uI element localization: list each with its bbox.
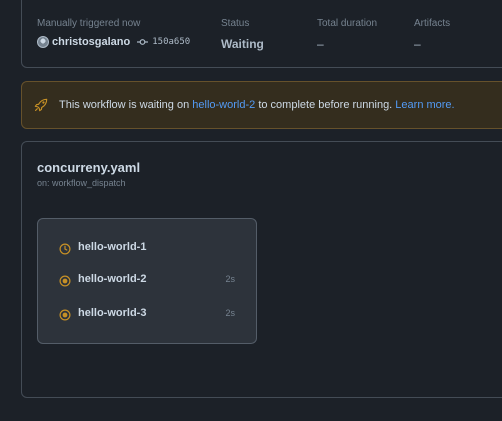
job-row[interactable]: hello-world-3 2s bbox=[38, 303, 256, 325]
in-progress-icon bbox=[59, 308, 71, 321]
job-duration: 2s bbox=[225, 274, 235, 284]
job-name: hello-world-1 bbox=[78, 241, 147, 253]
status-info: Status Waiting bbox=[221, 18, 264, 52]
job-duration: 2s bbox=[225, 308, 235, 318]
job-row[interactable]: hello-world-1 bbox=[38, 237, 256, 259]
workflow-graph: concurreny.yaml on: workflow_dispatch he… bbox=[21, 141, 502, 398]
trigger-info: Manually triggered now christosgalano 15… bbox=[37, 18, 190, 48]
rocket-icon bbox=[34, 98, 48, 112]
blocking-job-link[interactable]: hello-world-2 bbox=[192, 99, 255, 111]
duration-value: – bbox=[317, 37, 324, 51]
commit-sha-link[interactable]: 150a650 bbox=[152, 37, 190, 47]
job-group: hello-world-1 hello-world-2 2s hello-wor… bbox=[37, 218, 257, 344]
trigger-label: Manually triggered now bbox=[37, 18, 141, 29]
status-label: Status bbox=[221, 18, 250, 29]
in-progress-icon bbox=[59, 274, 71, 287]
learn-more-link[interactable]: Learn more. bbox=[395, 99, 454, 111]
artifacts-label: Artifacts bbox=[414, 18, 451, 29]
workflow-run-page: Manually triggered now christosgalano 15… bbox=[0, 0, 502, 421]
job-name: hello-world-2 bbox=[78, 273, 147, 285]
banner-prefix: This workflow is waiting on bbox=[59, 99, 193, 111]
duration-info: Total duration – bbox=[317, 18, 377, 52]
trigger-details: christosgalano 150a650 bbox=[37, 36, 190, 48]
duration-label: Total duration bbox=[317, 18, 378, 29]
git-commit-icon bbox=[137, 38, 149, 46]
run-summary: Manually triggered now christosgalano 15… bbox=[21, 0, 502, 68]
job-row[interactable]: hello-world-2 2s bbox=[38, 269, 256, 291]
avatar[interactable] bbox=[37, 36, 49, 48]
clock-icon bbox=[59, 242, 71, 255]
workflow-trigger: on: workflow_dispatch bbox=[37, 178, 126, 188]
workflow-file-name[interactable]: concurreny.yaml bbox=[37, 160, 140, 175]
artifacts-info: Artifacts – bbox=[414, 18, 450, 52]
status-value: Waiting bbox=[221, 37, 264, 51]
banner-middle: to complete before running. bbox=[255, 99, 396, 111]
actor-link[interactable]: christosgalano bbox=[52, 36, 130, 48]
banner-message: This workflow is waiting on hello-world-… bbox=[59, 99, 455, 111]
waiting-banner: This workflow is waiting on hello-world-… bbox=[21, 81, 502, 129]
job-name: hello-world-3 bbox=[78, 307, 147, 319]
artifacts-value: – bbox=[414, 37, 421, 51]
